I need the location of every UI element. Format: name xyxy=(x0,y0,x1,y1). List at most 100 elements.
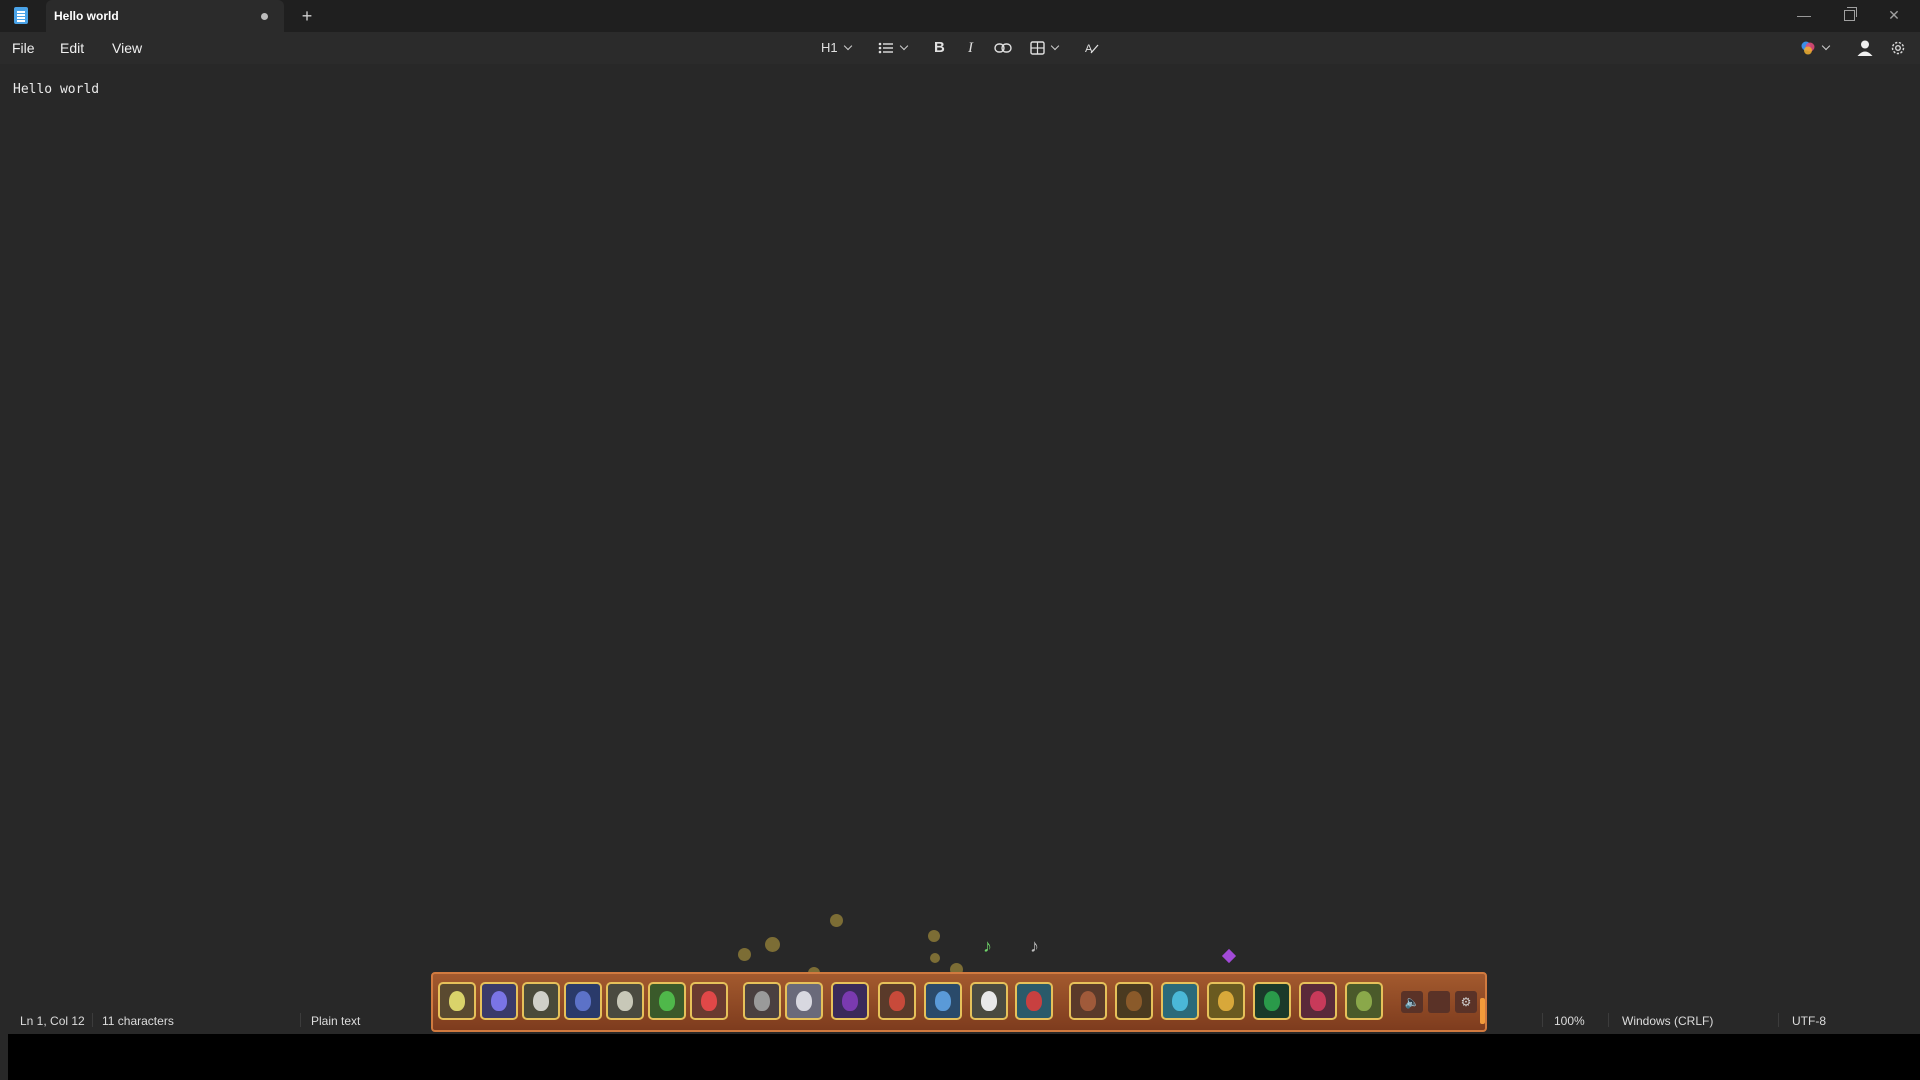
mute-button[interactable] xyxy=(1428,991,1450,1013)
hotbar-settings-button[interactable]: ⚙ xyxy=(1455,991,1477,1013)
grey-shell-icon xyxy=(754,991,770,1011)
document-format[interactable]: Plain text xyxy=(311,1014,360,1028)
hotbar-slot[interactable] xyxy=(1299,982,1337,1020)
minimize-button[interactable]: — xyxy=(1784,4,1824,26)
red-egg-icon xyxy=(701,991,717,1011)
encoding[interactable]: UTF-8 xyxy=(1792,1014,1826,1028)
hotbar-slot[interactable] xyxy=(480,982,518,1020)
restore-icon xyxy=(1843,7,1857,21)
hotbar-slot[interactable] xyxy=(970,982,1008,1020)
table-dropdown[interactable] xyxy=(1030,38,1060,58)
red-book-icon xyxy=(1026,991,1042,1011)
character-count: 11 characters xyxy=(102,1014,174,1028)
music-note-icon: ♪ xyxy=(1030,936,1039,956)
blue-fish-icon xyxy=(935,991,951,1011)
copilot-dropdown[interactable] xyxy=(1800,38,1831,58)
account-icon xyxy=(1857,40,1873,56)
new-tab-button[interactable]: + xyxy=(298,4,316,28)
gold-orb-icon xyxy=(1218,991,1234,1011)
pale-creature-icon xyxy=(617,991,633,1011)
brown-worm-icon xyxy=(1080,991,1096,1011)
heading-dropdown[interactable]: H1 xyxy=(821,38,852,58)
settings-button[interactable] xyxy=(1890,38,1906,58)
green-clover-icon xyxy=(659,991,675,1011)
status-divider xyxy=(1542,1013,1543,1027)
blue-egg-icon xyxy=(491,991,507,1011)
chevron-down-icon xyxy=(1050,41,1060,51)
hotbar-slot[interactable] xyxy=(1161,982,1199,1020)
hotbar-slot[interactable] xyxy=(878,982,916,1020)
hotbar-slot[interactable] xyxy=(606,982,644,1020)
menu-view[interactable]: View xyxy=(112,40,142,56)
hotbar-slot[interactable] xyxy=(564,982,602,1020)
gear-icon xyxy=(1891,41,1905,55)
hotbar-slot[interactable] xyxy=(1253,982,1291,1020)
menu-edit[interactable]: Edit xyxy=(60,40,84,56)
hotbar-slot[interactable] xyxy=(648,982,686,1020)
status-divider xyxy=(1608,1013,1609,1027)
sparkle-particle xyxy=(765,937,780,952)
tab-hello-world[interactable]: Hello world xyxy=(46,0,284,32)
red-bug-icon xyxy=(889,991,905,1011)
hotbar-slot[interactable] xyxy=(1015,982,1053,1020)
sound-button[interactable]: 🔈 xyxy=(1401,991,1423,1013)
restore-button[interactable] xyxy=(1829,4,1869,26)
sparkle-particle xyxy=(928,930,940,942)
olive-creature-icon xyxy=(1356,991,1372,1011)
chevron-down-icon xyxy=(899,41,909,51)
tab-title: Hello world xyxy=(54,9,119,23)
hotbar-slot[interactable] xyxy=(438,982,476,1020)
blue-figure-icon xyxy=(575,991,591,1011)
chevron-down-icon xyxy=(843,41,852,51)
close-button[interactable]: ✕ xyxy=(1874,4,1914,26)
hotbar-slot[interactable] xyxy=(690,982,728,1020)
editor-area[interactable]: Hello world xyxy=(0,64,1920,1012)
document-text[interactable]: Hello world xyxy=(13,82,99,97)
link-icon xyxy=(994,43,1012,53)
zoom-level[interactable]: 100% xyxy=(1554,1014,1585,1028)
unsaved-dot-icon[interactable] xyxy=(261,13,268,20)
green-door-icon xyxy=(1264,991,1280,1011)
hotbar-slot[interactable] xyxy=(924,982,962,1020)
hotbar-slot[interactable] xyxy=(522,982,560,1020)
italic-button[interactable]: I xyxy=(968,38,973,58)
yellow-egg-icon xyxy=(449,991,465,1011)
chevron-down-icon xyxy=(1821,41,1831,51)
hotbar-slot[interactable] xyxy=(1115,982,1153,1020)
list-dropdown[interactable] xyxy=(878,38,909,58)
brown-sack-icon xyxy=(1126,991,1142,1011)
clear-formatting-icon: A xyxy=(1085,43,1099,55)
hotbar-slot[interactable] xyxy=(785,982,823,1020)
hotbar-slot[interactable] xyxy=(1069,982,1107,1020)
notepad-app-icon xyxy=(14,7,28,24)
bold-button[interactable]: B xyxy=(934,38,945,58)
heading-label: H1 xyxy=(821,40,838,55)
hotbar-scroll-handle[interactable] xyxy=(1480,998,1485,1024)
hotbar-slot[interactable] xyxy=(831,982,869,1020)
white-bear-icon xyxy=(981,991,997,1011)
red-mask-icon xyxy=(1310,991,1326,1011)
hotbar-slot[interactable] xyxy=(743,982,781,1020)
status-divider xyxy=(300,1013,301,1027)
hotbar-slot[interactable] xyxy=(1345,982,1383,1020)
clear-formatting-button[interactable]: A xyxy=(1084,38,1100,58)
bullet-list-icon xyxy=(878,42,893,54)
line-ending[interactable]: Windows (CRLF) xyxy=(1622,1014,1713,1028)
status-divider xyxy=(1778,1013,1779,1027)
hotbar-slot[interactable] xyxy=(1207,982,1245,1020)
bone-creature-icon xyxy=(533,991,549,1011)
title-bar: Hello world + — ✕ xyxy=(0,0,1920,32)
sparkle-particle xyxy=(738,948,751,961)
link-button[interactable] xyxy=(994,38,1012,58)
menu-bar: File Edit View H1 B I A xyxy=(0,32,1920,64)
sparkle-particle xyxy=(930,953,940,963)
sparkle-particle xyxy=(830,914,843,927)
menu-file[interactable]: File xyxy=(12,40,35,56)
cyan-ghost-icon xyxy=(1172,991,1188,1011)
game-hotbar: 🔈 ⚙ xyxy=(431,972,1487,1032)
svg-text:A: A xyxy=(1085,43,1093,55)
ghost-creature-icon xyxy=(796,991,812,1011)
account-button[interactable] xyxy=(1856,38,1874,58)
cursor-position: Ln 1, Col 12 xyxy=(20,1014,85,1028)
music-note-icon: ♪ xyxy=(983,936,992,956)
